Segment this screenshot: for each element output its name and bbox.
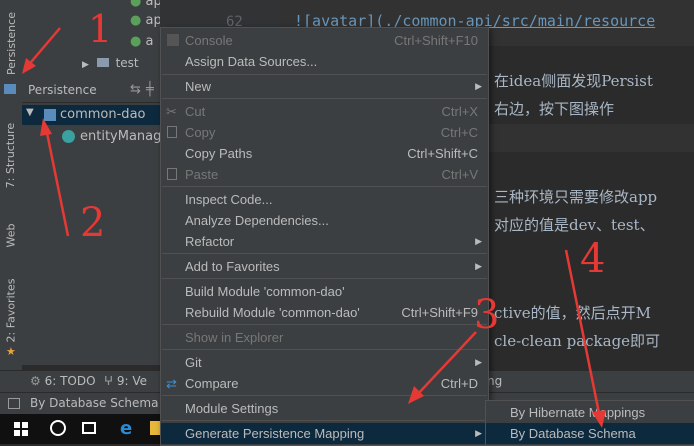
annotation-number-1: 1 — [88, 7, 112, 51]
annotation-arrow-1 — [25, 27, 61, 69]
annotation-arrowhead-2 — [40, 118, 52, 136]
annotation-number-4: 4 — [580, 236, 605, 282]
annotation-overlay: 1 2 3 4 — [22, 7, 606, 428]
annotation-arrow-2 — [44, 127, 70, 237]
annotation-number-3: 3 — [474, 292, 499, 338]
annotation-number-2: 2 — [80, 200, 105, 246]
annotation-arrow-3 — [415, 331, 477, 397]
annotation-arrowhead-4 — [592, 410, 606, 428]
